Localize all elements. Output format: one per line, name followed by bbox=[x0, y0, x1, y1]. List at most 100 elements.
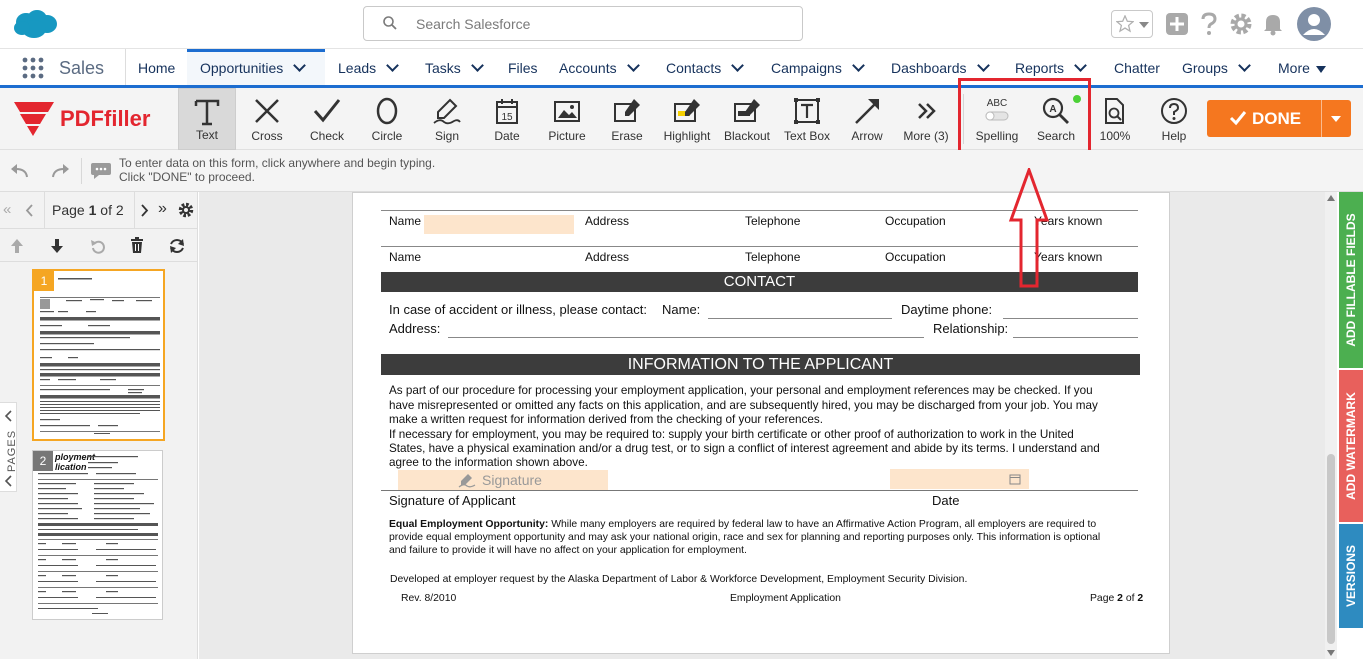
tool-more[interactable]: More (3) bbox=[897, 88, 955, 150]
page-thumbnail-1[interactable]: 1 bbox=[32, 269, 165, 441]
check-icon bbox=[1229, 111, 1247, 126]
search-icon bbox=[383, 16, 397, 30]
global-search-input[interactable]: Search Salesforce bbox=[363, 6, 803, 41]
nav-item-accounts[interactable]: Accounts bbox=[559, 49, 640, 85]
avatar[interactable] bbox=[1297, 7, 1331, 41]
signature-field[interactable]: Signature bbox=[398, 470, 608, 490]
signature-label: Signature of Applicant bbox=[389, 493, 516, 508]
scroll-up-icon[interactable] bbox=[1327, 195, 1335, 201]
undo-icon[interactable] bbox=[9, 163, 29, 179]
chevron-down-icon[interactable] bbox=[851, 59, 865, 72]
chevron-down-icon[interactable] bbox=[1074, 59, 1087, 72]
chevron-down-icon[interactable] bbox=[1238, 59, 1251, 72]
tool-label: More (3) bbox=[903, 129, 949, 143]
tool-text[interactable]: Text bbox=[178, 88, 236, 150]
tool-erase[interactable]: Erase bbox=[598, 88, 656, 150]
add-fillable-fields-tab[interactable]: ADD FILLABLE FIELDS bbox=[1339, 192, 1363, 368]
nav-item-chatter[interactable]: Chatter bbox=[1114, 49, 1160, 85]
nav-item-files[interactable]: Files bbox=[508, 49, 538, 85]
gear-icon[interactable] bbox=[178, 202, 194, 218]
page-label: Page bbox=[52, 202, 85, 218]
redo-icon[interactable] bbox=[51, 163, 71, 179]
pdffiller-toolbar: PDFfiller Text Cross Check Circle Sign 1… bbox=[0, 88, 1363, 150]
tool-label: 100% bbox=[1099, 129, 1131, 143]
tool-arrow[interactable]: Arrow bbox=[838, 88, 896, 150]
nav-item-leads[interactable]: Leads bbox=[338, 49, 400, 85]
tool-sign[interactable]: Sign bbox=[418, 88, 476, 150]
contact-relationship-label: Relationship: bbox=[933, 321, 1009, 336]
page-thumbnail-2[interactable]: 2 ployment lication bbox=[32, 450, 163, 620]
contact-relationship-line[interactable] bbox=[1013, 337, 1138, 338]
nav-item-home[interactable]: Home bbox=[138, 49, 175, 85]
tool-circle[interactable]: Circle bbox=[358, 88, 416, 150]
move-down-icon[interactable] bbox=[50, 238, 64, 254]
salesforce-logo[interactable] bbox=[12, 8, 58, 40]
nav-item-more[interactable]: More bbox=[1278, 49, 1326, 85]
add-watermark-tab[interactable]: ADD WATERMARK bbox=[1339, 370, 1363, 522]
contact-phone-line[interactable] bbox=[1003, 318, 1138, 319]
tool-check[interactable]: Check bbox=[298, 88, 356, 150]
tool-text-box[interactable]: Text Box bbox=[777, 88, 837, 150]
hint-text: To enter data on this form, click anywhe… bbox=[119, 156, 435, 184]
pages-side-tab[interactable]: PAGES bbox=[0, 402, 18, 492]
prev-page-icon[interactable] bbox=[25, 204, 33, 217]
favorites-button[interactable] bbox=[1111, 10, 1153, 38]
tool-help[interactable]: Help bbox=[1145, 88, 1203, 150]
info-paragraph-1-line: make a written request for information d… bbox=[389, 413, 823, 426]
app-launcher-icon[interactable] bbox=[22, 57, 44, 79]
current-page-input[interactable]: 1 bbox=[89, 202, 97, 218]
zoom-icon bbox=[1105, 98, 1124, 124]
name-field[interactable] bbox=[424, 215, 574, 234]
contact-name-line[interactable] bbox=[708, 318, 892, 319]
tool-label: Circle bbox=[371, 129, 403, 143]
rotate-left-icon[interactable] bbox=[90, 238, 106, 254]
versions-tab[interactable]: VERSIONS bbox=[1339, 524, 1363, 628]
caret-down-icon[interactable] bbox=[1331, 116, 1341, 122]
scroll-down-icon[interactable] bbox=[1327, 650, 1335, 656]
nav-item-opportunities[interactable]: Opportunities bbox=[187, 49, 325, 85]
contact-address-line[interactable] bbox=[448, 337, 924, 338]
chevron-down-icon[interactable] bbox=[976, 59, 990, 72]
tool-blackout[interactable]: Blackout bbox=[719, 88, 775, 150]
chevron-down-icon[interactable] bbox=[626, 59, 640, 72]
help-icon[interactable] bbox=[1200, 12, 1218, 36]
chevron-down-icon[interactable] bbox=[293, 59, 307, 72]
chevron-down-icon[interactable] bbox=[470, 59, 484, 72]
tool-date[interactable]: 15 Date bbox=[478, 88, 536, 150]
footer-page-label: Page bbox=[1090, 593, 1115, 604]
trash-icon[interactable] bbox=[130, 237, 144, 254]
bell-icon[interactable] bbox=[1262, 12, 1284, 36]
scrollbar-thumb[interactable] bbox=[1327, 454, 1335, 644]
tool-highlight[interactable]: Highlight bbox=[656, 88, 718, 150]
tab-label: VERSIONS bbox=[1344, 544, 1358, 608]
tool-cross[interactable]: Cross bbox=[238, 88, 296, 150]
nav-item-campaigns[interactable]: Campaigns bbox=[771, 49, 865, 85]
next-page-icon[interactable] bbox=[141, 204, 149, 217]
first-page-icon[interactable]: « bbox=[3, 201, 11, 218]
last-page-icon[interactable]: » bbox=[158, 200, 167, 218]
nav-divider bbox=[125, 49, 126, 85]
move-up-icon[interactable] bbox=[10, 238, 24, 254]
developed-by-text: Developed at employer request by the Ala… bbox=[390, 574, 968, 585]
eeo-line: Equal Employment Opportunity: While many… bbox=[389, 519, 1096, 530]
add-icon[interactable] bbox=[1166, 13, 1188, 35]
signature-placeholder: Signature bbox=[482, 472, 542, 488]
chevron-down-icon[interactable] bbox=[731, 59, 745, 72]
tool-label: Blackout bbox=[723, 129, 771, 143]
document-scrollbar[interactable] bbox=[1325, 192, 1337, 659]
nav-item-tasks[interactable]: Tasks bbox=[425, 49, 484, 85]
nav-item-contacts[interactable]: Contacts bbox=[666, 49, 745, 85]
tool-picture[interactable]: Picture bbox=[537, 88, 597, 150]
calendar-icon: 15 bbox=[496, 99, 518, 124]
done-button[interactable]: DONE bbox=[1207, 100, 1351, 137]
refresh-icon[interactable] bbox=[168, 237, 186, 255]
eeo-line: provide equal employment opportunity and… bbox=[389, 532, 1101, 543]
chevron-left-icon bbox=[4, 475, 12, 487]
tab-label: ADD WATERMARK bbox=[1344, 392, 1358, 500]
chevron-down-icon[interactable] bbox=[386, 59, 400, 72]
tool-zoom[interactable]: 100% bbox=[1087, 88, 1143, 150]
thumbnail-preview bbox=[40, 278, 160, 434]
nav-item-groups[interactable]: Groups bbox=[1182, 49, 1251, 85]
gear-icon[interactable] bbox=[1229, 12, 1253, 36]
date-field[interactable] bbox=[890, 469, 1029, 489]
